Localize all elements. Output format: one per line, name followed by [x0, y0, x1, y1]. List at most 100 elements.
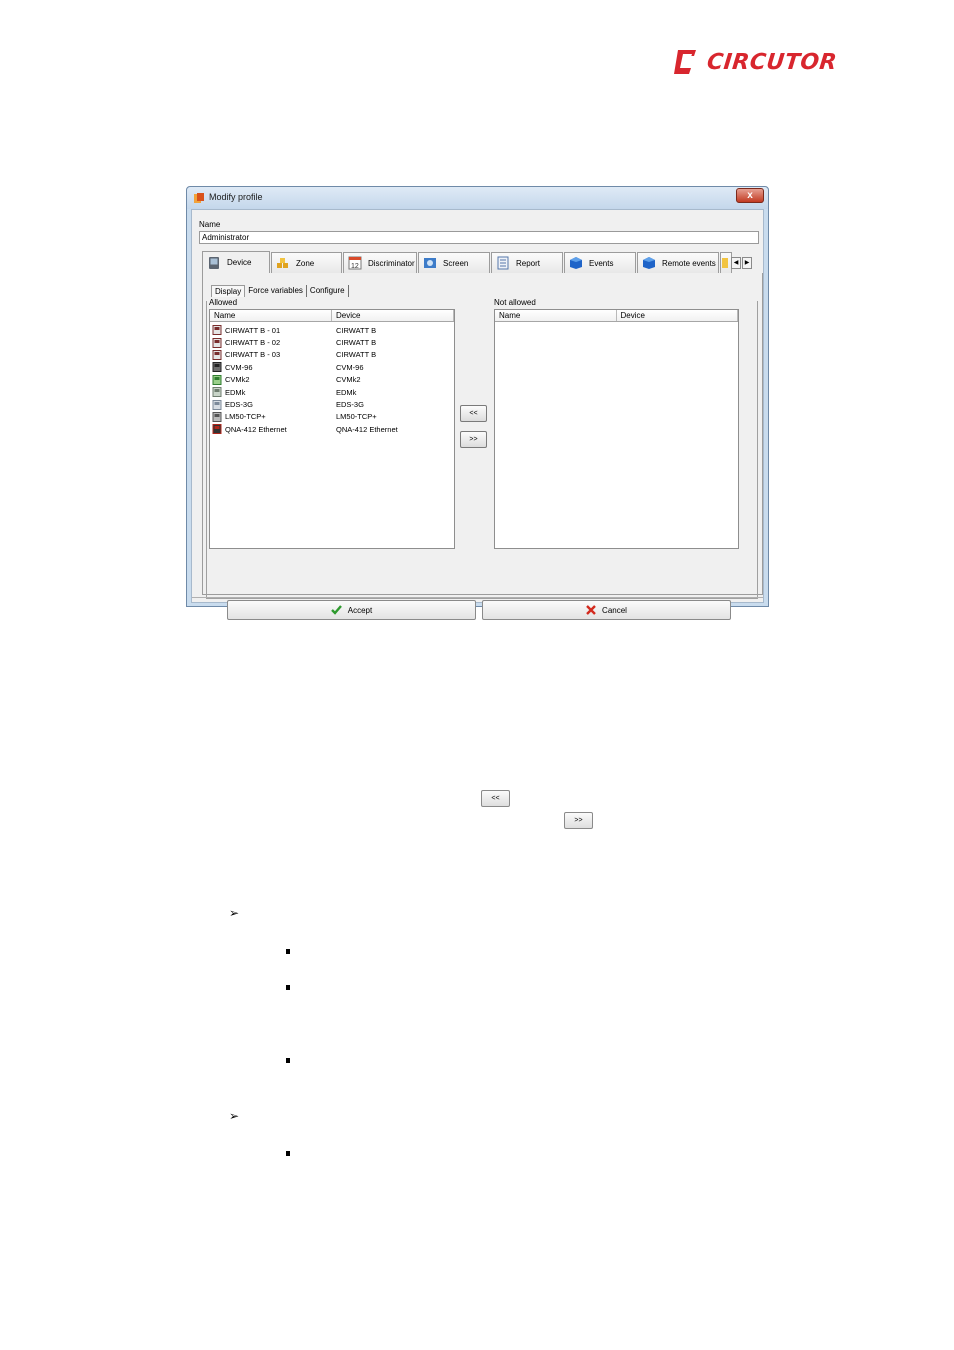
- button-bar-divider: [192, 597, 763, 598]
- check-icon: [330, 605, 342, 615]
- accept-button[interactable]: Accept: [227, 600, 476, 620]
- logo-text: CIRCUTOR: [705, 49, 839, 75]
- tab-label: Events: [589, 258, 614, 268]
- subtab-display[interactable]: Display: [211, 285, 246, 297]
- row-name-cell: EDMk: [210, 387, 334, 398]
- table-row[interactable]: CIRWATT B - 03 CIRWATT B: [210, 349, 454, 361]
- row-device: QNA-412 Ethernet: [336, 424, 398, 434]
- row-name: EDMk: [225, 387, 246, 397]
- tab-label: Device: [227, 258, 252, 267]
- column-header-name[interactable]: Name: [495, 310, 617, 321]
- tab-device[interactable]: Device: [202, 251, 270, 273]
- screen-icon: [424, 258, 436, 268]
- zone-icon: [277, 258, 288, 268]
- allowed-list[interactable]: Name Device CIRWATT B - 01 CIRWATT B CIRWA…: [209, 309, 455, 549]
- table-row[interactable]: CIRWATT B - 02 CIRWATT B: [210, 336, 454, 348]
- subtab-force-variables[interactable]: Force variables: [245, 285, 307, 297]
- cvm96-icon: [212, 362, 222, 373]
- table-row[interactable]: EDS-3G EDS-3G: [210, 398, 454, 410]
- events-cube-icon: [570, 257, 582, 269]
- row-device: LM50-TCP+: [336, 412, 377, 422]
- not-allowed-label: Not allowed: [494, 298, 536, 307]
- subtab-configure[interactable]: Configure: [307, 285, 349, 297]
- tab-label: Zone: [296, 258, 315, 268]
- row-name: CIRWATT B - 02: [225, 338, 281, 348]
- table-row[interactable]: EDMk EDMk: [210, 386, 454, 398]
- overflow-tab-icon: [722, 258, 728, 268]
- row-name: CVMk2: [225, 375, 250, 385]
- modify-profile-dialog: Modify profile x Name Administrator Devi…: [186, 186, 769, 620]
- arrow-bullet-icon: ➢: [229, 906, 240, 920]
- column-header-device[interactable]: Device: [617, 310, 738, 321]
- row-name: EDS-3G: [225, 400, 253, 410]
- row-name-cell: EDS-3G: [210, 399, 334, 410]
- cancel-label: Cancel: [602, 605, 627, 615]
- device-icon: [209, 256, 219, 269]
- profile-app-icon: [194, 193, 204, 203]
- row-name: CIRWATT B - 03: [225, 350, 281, 360]
- tab-scroll-left-button[interactable]: ◀: [731, 257, 741, 269]
- row-device: CVM-96: [336, 362, 364, 372]
- row-name-cell: CIRWATT B - 03: [210, 349, 334, 360]
- row-name: CIRWATT B - 01: [225, 325, 281, 335]
- circutor-logo: CIRCUTOR: [672, 44, 839, 80]
- tab-label: Discriminator: [368, 258, 415, 268]
- cirwatt-icon: [212, 349, 222, 360]
- column-header-name[interactable]: Name: [210, 310, 332, 321]
- tab-report[interactable]: Report: [491, 252, 563, 273]
- eds-icon: [212, 399, 222, 410]
- row-name-cell: CIRWATT B - 01: [210, 325, 334, 336]
- tab-remote-events[interactable]: Remote events: [637, 252, 719, 273]
- not-allowed-list-header: Name Device: [495, 310, 738, 322]
- row-device: EDS-3G: [336, 400, 364, 410]
- column-header-device[interactable]: Device: [332, 310, 454, 321]
- tab-scroll-right-button[interactable]: ▶: [742, 257, 752, 269]
- device-subtabs: Display Force variables Configure: [211, 285, 349, 297]
- inline-move-left-button: <<: [481, 790, 510, 807]
- tab-label: Report: [516, 258, 541, 268]
- allowed-list-header: Name Device: [210, 310, 454, 322]
- allowed-label: Allowed: [209, 298, 238, 307]
- cancel-button[interactable]: Cancel: [482, 600, 731, 620]
- row-name-cell: CVM-96: [210, 362, 334, 373]
- title-bar: Modify profile x: [187, 187, 768, 209]
- dialog-title: Modify profile: [209, 192, 263, 202]
- allowed-rows: CIRWATT B - 01 CIRWATT B CIRWATT B - 02 CIR…: [210, 322, 454, 436]
- square-bullet-icon: [286, 985, 290, 990]
- tab-zone[interactable]: Zone: [271, 252, 342, 273]
- table-row[interactable]: CVMk2 CVMk2: [210, 374, 454, 386]
- row-device: CIRWATT B: [336, 325, 377, 335]
- close-button[interactable]: x: [736, 188, 764, 203]
- accept-label: Accept: [347, 605, 373, 615]
- not-allowed-list[interactable]: Name Device: [494, 309, 739, 549]
- arrow-bullet-icon: ➢: [229, 1109, 240, 1123]
- display-panel: Allowed Name Device CIRWATT B - 01 CIRWAT…: [206, 298, 758, 599]
- edmk-icon: [212, 387, 222, 398]
- row-name-cell: CIRWATT B - 02: [210, 337, 334, 348]
- cross-icon: [586, 605, 596, 615]
- lm50-icon: [212, 411, 222, 422]
- row-name: LM50-TCP+: [225, 412, 266, 422]
- tab-discriminator[interactable]: 12 Discriminator: [343, 252, 417, 273]
- tab-events[interactable]: Events: [564, 252, 636, 273]
- qna-icon: [212, 424, 222, 435]
- name-label: Name: [199, 220, 221, 229]
- cirwatt-icon: [212, 325, 222, 336]
- move-to-not-allowed-button[interactable]: >>: [460, 431, 487, 448]
- row-name-cell: LM50-TCP+: [210, 411, 334, 422]
- move-to-allowed-button[interactable]: <<: [460, 405, 487, 422]
- square-bullet-icon: [286, 949, 290, 954]
- dialog-client-area: Name Administrator Device Zone 12 Discri…: [191, 209, 764, 620]
- table-row[interactable]: LM50-TCP+ LM50-TCP+: [210, 411, 454, 423]
- table-row[interactable]: CVM-96 CVM-96: [210, 361, 454, 373]
- cirwatt-icon: [212, 337, 222, 348]
- cvmk2-icon: [212, 374, 222, 385]
- device-tab-panel: Display Force variables Configure Allowe…: [202, 273, 763, 599]
- name-field[interactable]: Administrator: [199, 231, 759, 244]
- tab-label: Screen: [443, 258, 469, 268]
- table-row[interactable]: QNA-412 Ethernet QNA-412 Ethernet: [210, 423, 454, 435]
- table-row[interactable]: CIRWATT B - 01 CIRWATT B: [210, 324, 454, 336]
- tab-screen[interactable]: Screen: [418, 252, 490, 273]
- square-bullet-icon: [286, 1058, 290, 1063]
- remote-events-cube-icon: [643, 257, 655, 269]
